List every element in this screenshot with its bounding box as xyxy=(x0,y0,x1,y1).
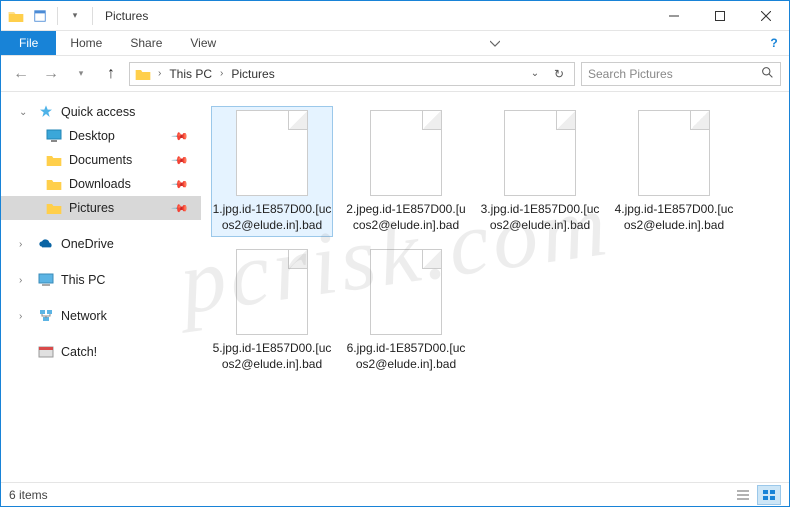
file-tab[interactable]: File xyxy=(1,31,56,55)
nav-quick-access[interactable]: ⌄ Quick access xyxy=(1,100,201,124)
file-name: 1.jpg.id-1E857D00.[ucos2@elude.in].bad xyxy=(211,202,333,233)
pin-icon: 📌 xyxy=(171,127,190,146)
expand-icon[interactable]: › xyxy=(19,311,31,322)
refresh-button[interactable]: ↻ xyxy=(548,67,570,81)
pin-icon: 📌 xyxy=(171,151,190,170)
pin-icon: 📌 xyxy=(171,199,190,218)
ribbon-help-icon[interactable]: ? xyxy=(759,31,789,55)
file-icon xyxy=(236,249,308,335)
file-item[interactable]: 4.jpg.id-1E857D00.[ucos2@elude.in].bad xyxy=(613,106,735,237)
nav-item-downloads[interactable]: Downloads 📌 xyxy=(1,172,201,196)
breadcrumb-seg-thispc[interactable]: This PC xyxy=(167,67,214,81)
recent-dropdown-icon[interactable]: ▾ xyxy=(69,62,93,86)
search-icon[interactable] xyxy=(761,66,774,82)
search-placeholder: Search Pictures xyxy=(588,67,673,81)
nav-label: This PC xyxy=(61,273,105,287)
view-large-icons-button[interactable] xyxy=(757,485,781,505)
close-button[interactable] xyxy=(743,1,789,31)
file-item[interactable]: 2.jpeg.id-1E857D00.[ucos2@elude.in].bad xyxy=(345,106,467,237)
file-icon xyxy=(638,110,710,196)
status-bar: 6 items xyxy=(1,482,789,506)
file-name: 3.jpg.id-1E857D00.[ucos2@elude.in].bad xyxy=(479,202,601,233)
file-item[interactable]: 5.jpg.id-1E857D00.[ucos2@elude.in].bad xyxy=(211,245,333,376)
file-name: 4.jpg.id-1E857D00.[ucos2@elude.in].bad xyxy=(613,202,735,233)
tab-home[interactable]: Home xyxy=(56,31,116,55)
file-name: 6.jpg.id-1E857D00.[ucos2@elude.in].bad xyxy=(345,341,467,372)
folder-icon xyxy=(45,199,63,217)
tab-view[interactable]: View xyxy=(176,31,230,55)
nav-network[interactable]: › Network xyxy=(1,304,201,328)
catch-icon xyxy=(37,343,55,361)
folder-icon xyxy=(45,175,63,193)
nav-label: Catch! xyxy=(61,345,97,359)
nav-label: Downloads xyxy=(69,177,131,191)
nav-catch[interactable]: Catch! xyxy=(1,340,201,364)
desktop-icon xyxy=(45,127,63,145)
nav-label: Network xyxy=(61,309,107,323)
window-title: Pictures xyxy=(105,9,148,23)
nav-onedrive[interactable]: › OneDrive xyxy=(1,232,201,256)
star-icon xyxy=(37,103,55,121)
ribbon-tabs: File Home Share View ? xyxy=(1,31,789,56)
up-button[interactable]: ↑ xyxy=(99,62,123,86)
cloud-icon xyxy=(37,235,55,253)
ribbon-expand-icon[interactable] xyxy=(480,31,510,55)
file-icon xyxy=(370,110,442,196)
file-item[interactable]: 1.jpg.id-1E857D00.[ucos2@elude.in].bad xyxy=(211,106,333,237)
chevron-right-icon[interactable]: › xyxy=(154,68,165,79)
maximize-button[interactable] xyxy=(697,1,743,31)
chevron-right-icon[interactable]: › xyxy=(216,68,227,79)
nav-label: Documents xyxy=(69,153,132,167)
file-icon xyxy=(236,110,308,196)
back-button[interactable]: ← xyxy=(9,62,33,86)
network-icon xyxy=(37,307,55,325)
tab-share[interactable]: Share xyxy=(116,31,176,55)
expand-icon[interactable]: › xyxy=(19,239,31,250)
expand-icon[interactable]: › xyxy=(19,275,31,286)
breadcrumb-seg-pictures[interactable]: Pictures xyxy=(229,67,276,81)
address-bar-row: ← → ▾ ↑ › This PC › Pictures ⌄ ↻ Search … xyxy=(1,56,789,92)
file-icon xyxy=(504,110,576,196)
search-input[interactable]: Search Pictures xyxy=(581,62,781,86)
file-item[interactable]: 6.jpg.id-1E857D00.[ucos2@elude.in].bad xyxy=(345,245,467,376)
file-name: 2.jpeg.id-1E857D00.[ucos2@elude.in].bad xyxy=(345,202,467,233)
file-icon xyxy=(370,249,442,335)
nav-label: Pictures xyxy=(69,201,114,215)
breadcrumb-dropdown-icon[interactable]: ⌄ xyxy=(524,67,546,81)
view-details-button[interactable] xyxy=(731,485,755,505)
nav-item-pictures[interactable]: Pictures 📌 xyxy=(1,196,201,220)
file-name: 5.jpg.id-1E857D00.[ucos2@elude.in].bad xyxy=(211,341,333,372)
nav-thispc[interactable]: › This PC xyxy=(1,268,201,292)
folder-app-icon xyxy=(7,7,25,25)
forward-button[interactable]: → xyxy=(39,62,63,86)
nav-item-desktop[interactable]: Desktop 📌 xyxy=(1,124,201,148)
title-bar: ▾ Pictures xyxy=(1,1,789,31)
nav-item-documents[interactable]: Documents 📌 xyxy=(1,148,201,172)
file-item[interactable]: 3.jpg.id-1E857D00.[ucos2@elude.in].bad xyxy=(479,106,601,237)
minimize-button[interactable] xyxy=(651,1,697,31)
navigation-pane: ⌄ Quick access Desktop 📌 Documents 📌 Dow… xyxy=(1,92,201,482)
nav-label: OneDrive xyxy=(61,237,114,251)
pc-icon xyxy=(37,271,55,289)
status-item-count: 6 items xyxy=(9,488,48,502)
pin-icon: 📌 xyxy=(171,175,190,194)
collapse-icon[interactable]: ⌄ xyxy=(19,107,31,118)
nav-label: Quick access xyxy=(61,105,135,119)
file-pane[interactable]: 1.jpg.id-1E857D00.[ucos2@elude.in].bad 2… xyxy=(201,92,789,482)
breadcrumb[interactable]: › This PC › Pictures ⌄ ↻ xyxy=(129,62,575,86)
folder-icon xyxy=(45,151,63,169)
breadcrumb-folder-icon xyxy=(134,65,152,83)
qat-dropdown-icon[interactable]: ▾ xyxy=(66,7,84,25)
qat-props-icon[interactable] xyxy=(31,7,49,25)
nav-label: Desktop xyxy=(69,129,115,143)
